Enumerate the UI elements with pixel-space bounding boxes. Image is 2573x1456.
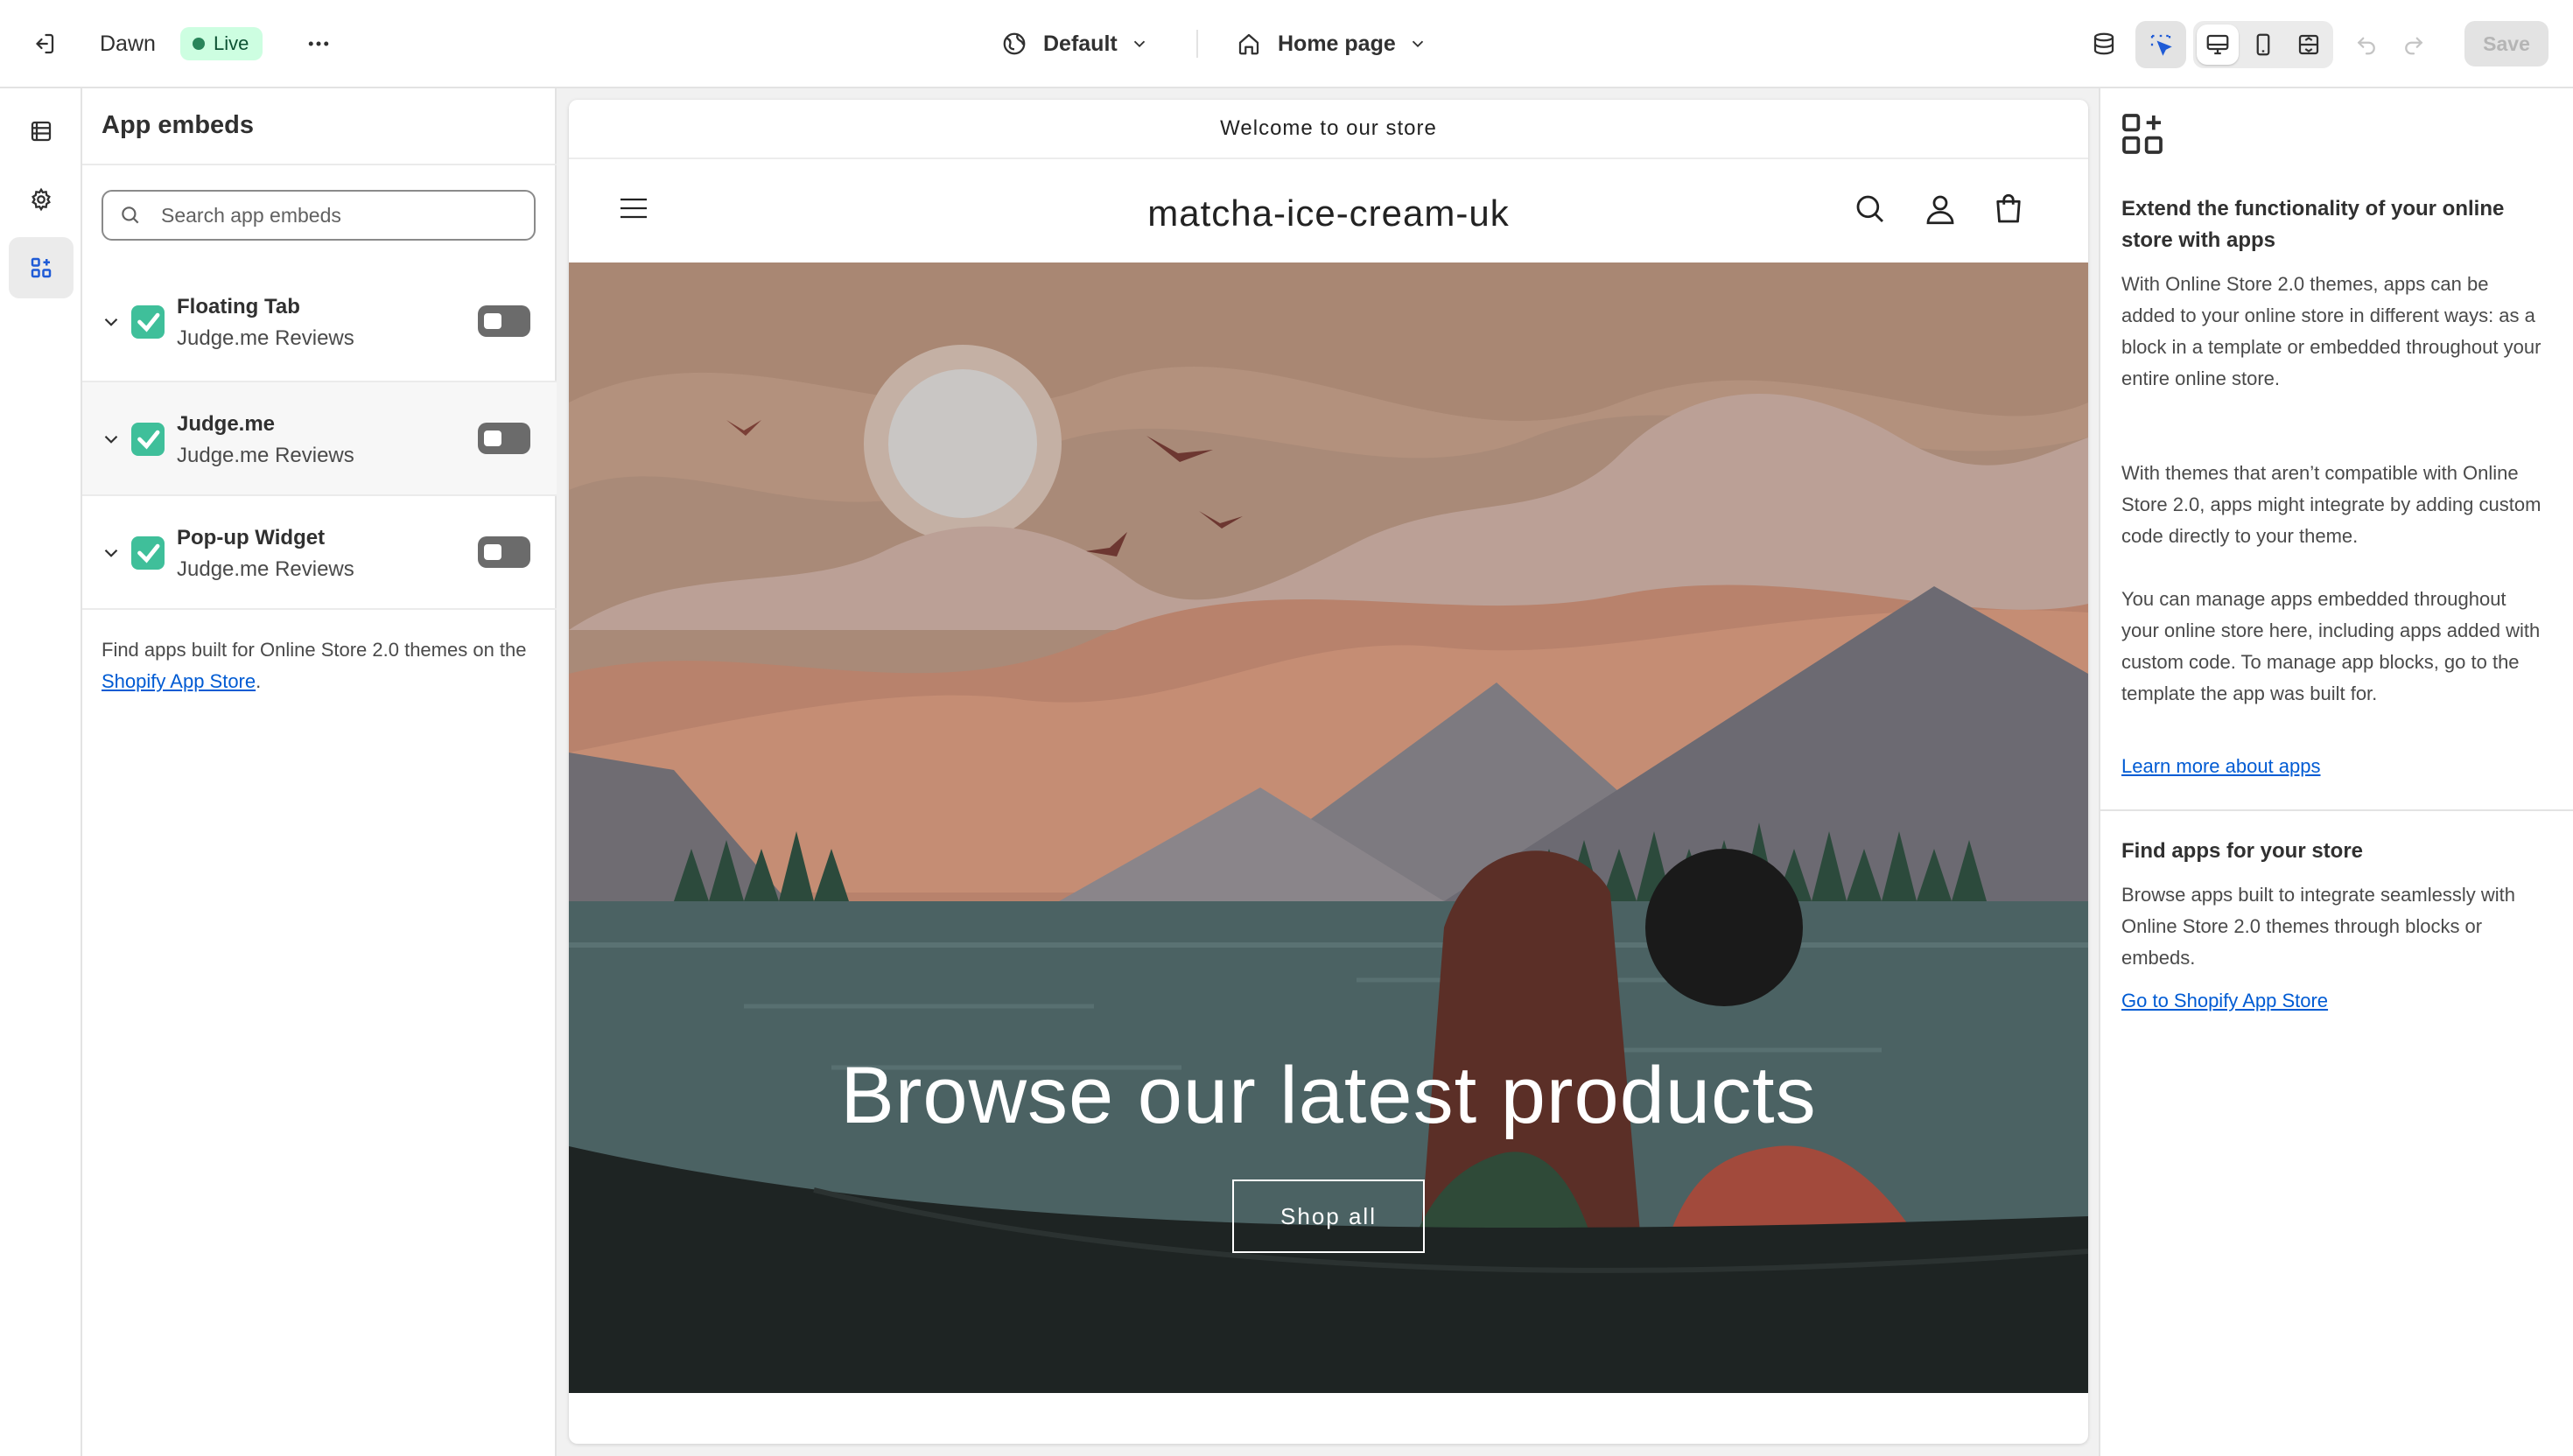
exit-button[interactable] — [23, 23, 65, 65]
template-selector[interactable]: Default — [1001, 26, 1149, 61]
chevron-down-icon[interactable] — [100, 542, 123, 564]
embed-name: Floating Tab — [177, 295, 300, 318]
shopify-app-store-link[interactable]: Shopify App Store — [102, 670, 256, 692]
fullscreen-view-button[interactable] — [2288, 24, 2330, 65]
embed-toggle[interactable] — [478, 536, 530, 568]
divider — [1196, 30, 1198, 58]
desktop-view-button[interactable] — [2197, 24, 2239, 65]
cursor-select-icon — [2150, 34, 2172, 56]
theme-name: Dawn — [100, 31, 156, 56]
embed-row[interactable]: Judge.me Judge.me Reviews — [82, 382, 557, 496]
app-embeds-nav-button[interactable] — [9, 237, 74, 298]
page-selector[interactable]: Home page — [1236, 26, 1427, 61]
panel-title: App embeds — [102, 111, 255, 139]
search-input[interactable] — [161, 203, 511, 228]
divider — [82, 164, 557, 165]
desktop-icon — [2206, 34, 2229, 55]
fullscreen-icon — [2298, 34, 2319, 55]
undo-icon — [2357, 37, 2375, 55]
chevron-down-icon — [1412, 40, 1423, 48]
redo-icon — [2405, 37, 2423, 55]
help-panel: Extend the functionality of your online … — [2099, 88, 2573, 1456]
sections-icon — [31, 121, 52, 142]
sections-button[interactable] — [9, 102, 74, 160]
footer-punctuation: . — [256, 670, 262, 692]
divider — [82, 608, 557, 610]
embed-row[interactable]: Floating Tab Judge.me Reviews — [82, 265, 557, 379]
save-button[interactable]: Save — [2464, 21, 2548, 66]
help-paragraph: Browse apps built to integrate seamlessl… — [2121, 884, 2515, 969]
embed-toggle[interactable] — [478, 305, 530, 337]
embed-provider: Judge.me Reviews — [177, 444, 354, 467]
embed-toggle[interactable] — [478, 423, 530, 454]
account-icon[interactable] — [1922, 191, 1959, 228]
help-heading: Extend the functionality of your online … — [2121, 197, 2505, 252]
search-icon[interactable] — [1852, 191, 1889, 228]
top-bar: Dawn Live Default Home page Save — [0, 0, 2573, 88]
footer-text: Find apps built for Online Store 2.0 the… — [102, 639, 527, 661]
exit-icon — [36, 33, 54, 54]
help-paragraph: With Online Store 2.0 themes, apps can b… — [2121, 273, 2541, 389]
search-field[interactable] — [102, 190, 536, 241]
apps-icon — [2122, 114, 2163, 154]
help-paragraph: You can manage apps embedded throughout … — [2121, 588, 2541, 704]
judgeme-logo-icon — [131, 423, 165, 456]
mobile-icon — [2256, 33, 2270, 56]
redo-button[interactable] — [2393, 23, 2435, 65]
help-heading: Find apps for your store — [2121, 839, 2364, 863]
shop-all-button[interactable]: Shop all — [1232, 1180, 1425, 1253]
page-selector-label: Home page — [1278, 31, 1396, 56]
chevron-down-icon[interactable] — [100, 311, 123, 333]
apps-icon — [31, 257, 52, 278]
more-actions-button[interactable] — [298, 23, 340, 65]
announcement-bar: Welcome to our store — [569, 100, 2088, 159]
viewport-switcher — [2193, 21, 2333, 68]
theme-settings-nav-button[interactable] — [9, 171, 74, 228]
embed-provider: Judge.me Reviews — [177, 557, 354, 581]
embed-provider: Judge.me Reviews — [177, 326, 354, 350]
embed-name: Pop-up Widget — [177, 526, 326, 550]
judgeme-logo-icon — [131, 536, 165, 570]
learn-more-link[interactable]: Learn more about apps — [2121, 755, 2321, 778]
live-dot-icon — [193, 38, 205, 50]
embed-name: Judge.me — [177, 412, 276, 436]
globe-icon — [1003, 32, 1026, 55]
chevron-down-icon — [1133, 40, 1145, 48]
undo-button[interactable] — [2345, 23, 2387, 65]
left-rail — [0, 88, 82, 1456]
inspector-button[interactable] — [2135, 21, 2186, 68]
chevron-down-icon[interactable] — [100, 428, 123, 451]
store-header: matcha-ice-cream-uk — [569, 159, 2088, 262]
mobile-view-button[interactable] — [2242, 24, 2284, 65]
judgeme-logo-icon — [131, 305, 165, 339]
cart-icon[interactable] — [1990, 191, 2027, 228]
ellipsis-icon — [308, 41, 329, 46]
hero-banner: Browse our latest products Shop all — [569, 262, 2088, 1393]
go-to-app-store-link[interactable]: Go to Shopify App Store — [2121, 990, 2328, 1012]
panel-footer-text: Find apps built for Online Store 2.0 the… — [102, 634, 539, 697]
template-selector-label: Default — [1043, 31, 1118, 56]
home-icon — [1238, 33, 1259, 55]
hero-heading: Browse our latest products — [840, 1051, 1817, 1140]
divider — [2100, 809, 2573, 811]
search-icon — [122, 206, 139, 224]
status-badge: Live — [180, 27, 263, 60]
app-embeds-panel: App embeds Floating Tab Judge.me Reviews… — [82, 88, 557, 1456]
help-paragraph: With themes that aren’t compatible with … — [2121, 462, 2541, 547]
status-badge-label: Live — [214, 32, 249, 54]
database-icon — [2093, 32, 2114, 55]
gear-icon — [32, 187, 51, 212]
theme-settings-button[interactable] — [2083, 23, 2125, 65]
store-preview: Welcome to our store matcha-ice-cream-uk — [569, 100, 2088, 1444]
embed-row[interactable]: Pop-up Widget Judge.me Reviews — [82, 496, 557, 610]
